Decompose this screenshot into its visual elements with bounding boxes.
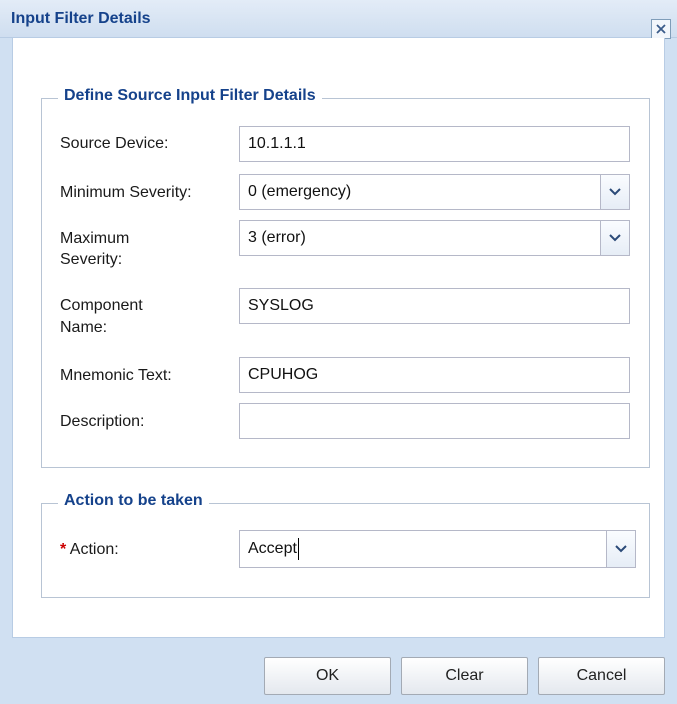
max-severity-dropdown-trigger[interactable] — [600, 221, 629, 255]
component-name-label-line1: Component — [60, 297, 143, 314]
close-icon — [656, 24, 666, 34]
clear-button[interactable]: Clear — [401, 657, 528, 695]
source-filter-legend: Define Source Input Filter Details — [58, 87, 322, 105]
component-name-input[interactable]: SYSLOG — [239, 288, 630, 324]
action-dropdown-trigger[interactable] — [606, 531, 635, 567]
max-severity-select[interactable]: 3 (error) — [239, 220, 630, 256]
required-marker: * — [60, 541, 67, 558]
max-severity-label-line1: Maximum — [60, 230, 130, 247]
input-filter-dialog: Input Filter Details Define Source Input… — [0, 0, 677, 704]
min-severity-select[interactable]: 0 (emergency) — [239, 174, 630, 210]
max-severity-value: 3 (error) — [248, 229, 306, 246]
ok-button[interactable]: OK — [264, 657, 391, 695]
text-cursor — [297, 537, 299, 560]
min-severity-dropdown-trigger[interactable] — [600, 175, 629, 209]
action-value: Accept — [248, 540, 297, 557]
min-severity-label: Minimum Severity: — [60, 184, 192, 201]
dialog-titlebar: Input Filter Details — [0, 0, 677, 38]
action-label: Action: — [69, 541, 119, 558]
close-button[interactable] — [651, 19, 671, 39]
source-device-input[interactable]: 10.1.1.1 — [239, 126, 630, 162]
chevron-down-icon — [609, 234, 621, 242]
chevron-down-icon — [609, 188, 621, 196]
min-severity-value: 0 (emergency) — [248, 183, 352, 200]
chevron-down-icon — [615, 545, 627, 553]
action-select[interactable]: Accept — [239, 530, 636, 568]
dialog-title: Input Filter Details — [11, 10, 151, 27]
source-device-label: Source Device: — [60, 135, 169, 152]
action-label-row: * Action: — [60, 540, 119, 559]
mnemonic-text-input[interactable]: CPUHOG — [239, 357, 630, 393]
max-severity-label-line2: Severity: — [60, 251, 123, 268]
cancel-button[interactable]: Cancel — [538, 657, 665, 695]
description-label: Description: — [60, 413, 145, 430]
description-input[interactable] — [239, 403, 630, 439]
component-name-label-line2: Name: — [60, 319, 108, 336]
mnemonic-text-label: Mnemonic Text: — [60, 367, 172, 384]
action-legend: Action to be taken — [58, 492, 209, 510]
